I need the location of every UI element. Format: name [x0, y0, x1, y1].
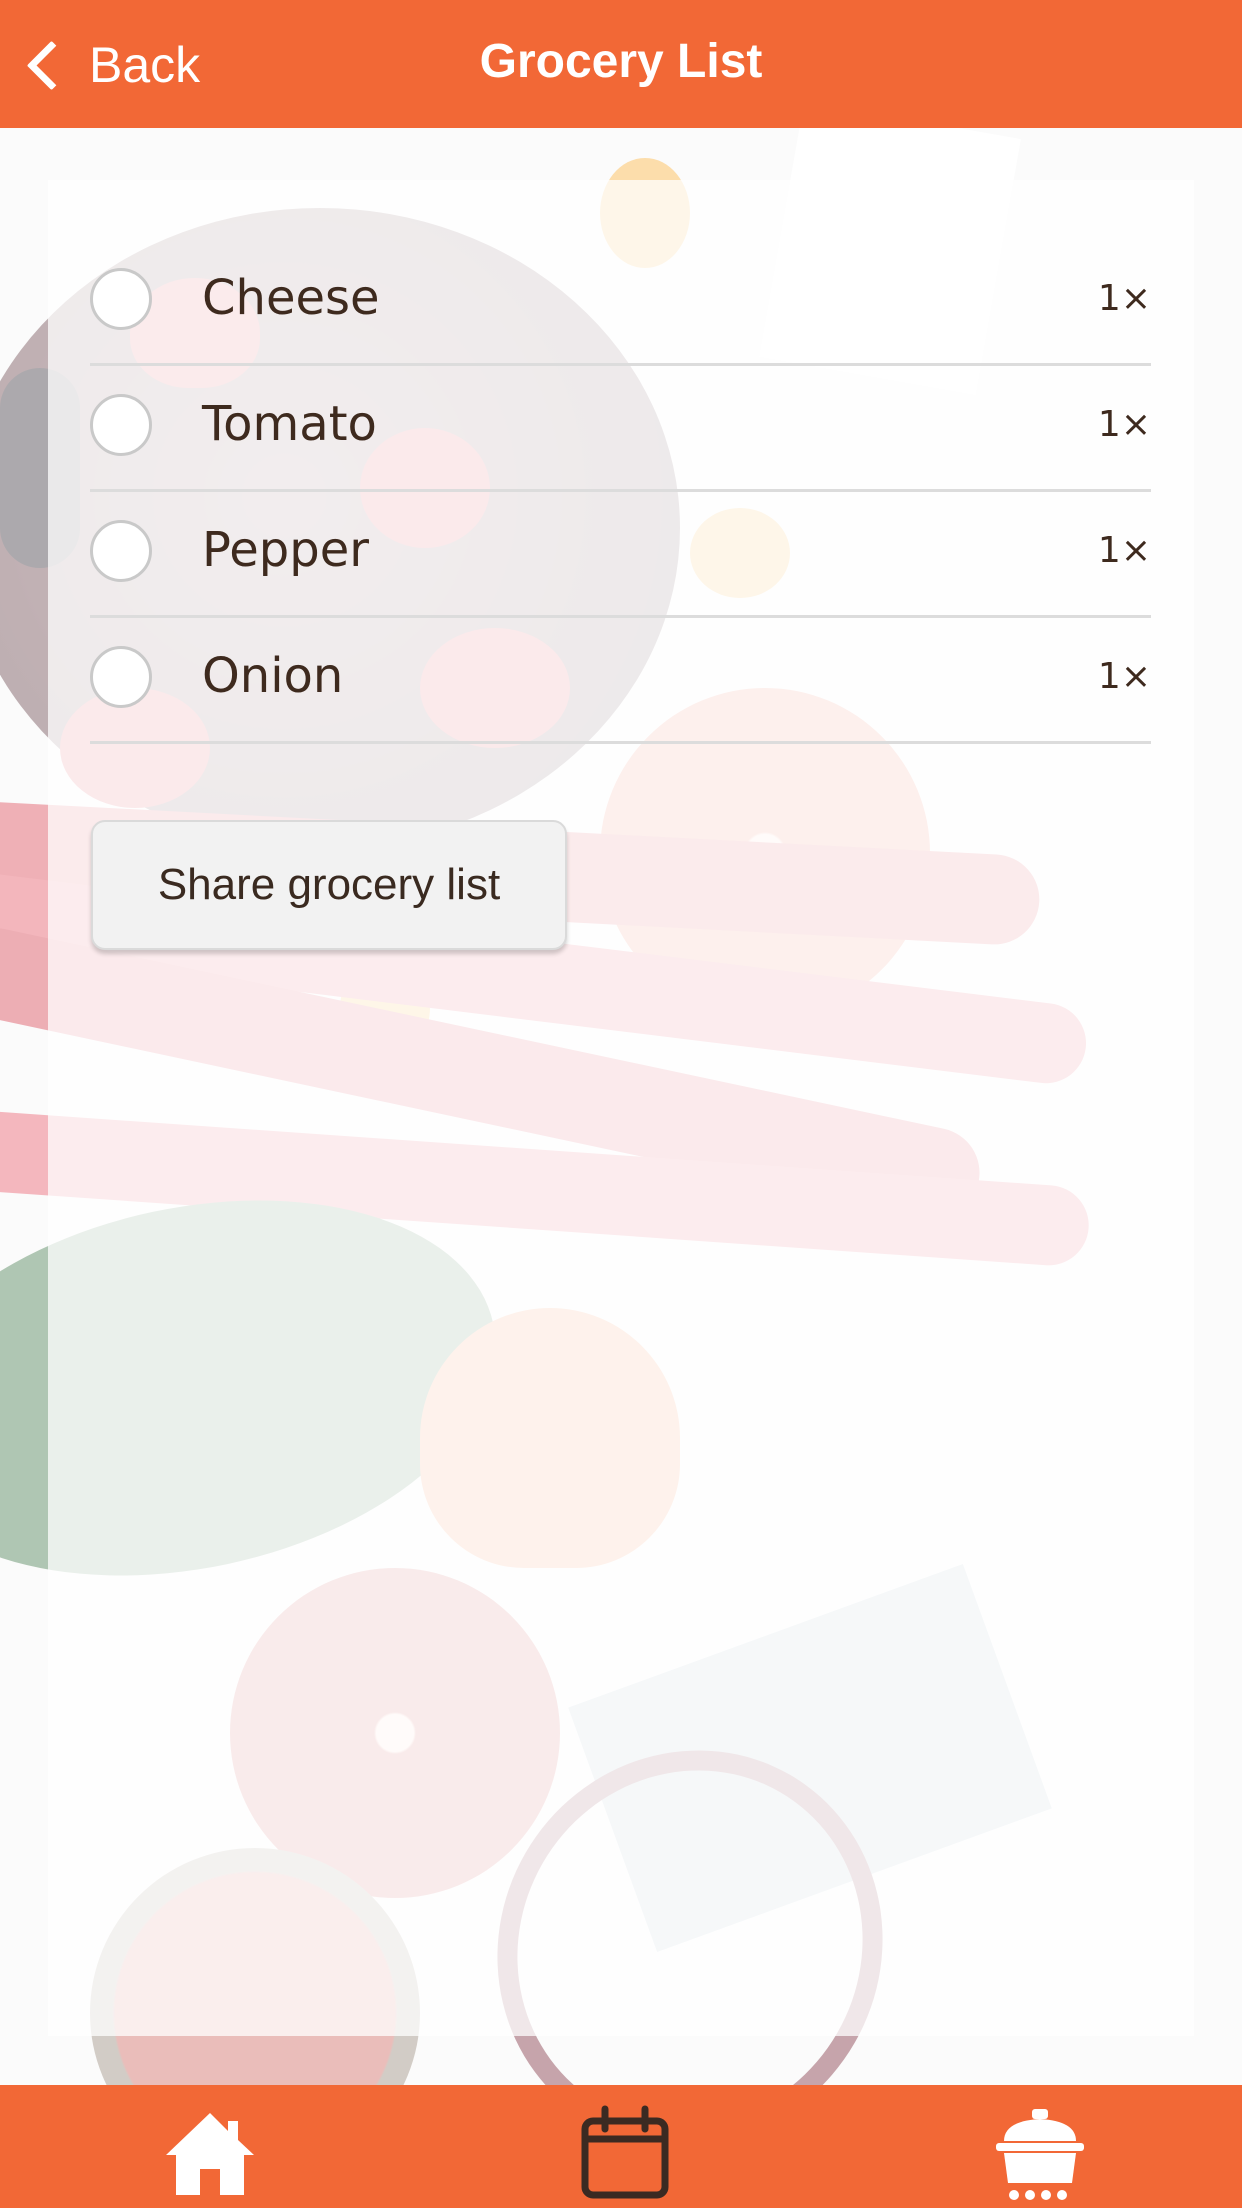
bottom-tab-bar — [0, 2085, 1242, 2208]
item-quantity: 1× — [1097, 530, 1151, 571]
nav-header: Back Grocery List — [0, 0, 1242, 128]
list-item[interactable]: Pepper 1× — [90, 492, 1151, 618]
home-icon — [166, 2113, 254, 2195]
item-quantity: 1× — [1097, 656, 1151, 697]
app-root: Back Grocery List Cheese 1× Tomato 1× Pe… — [0, 0, 1242, 2208]
item-checkbox[interactable] — [90, 268, 152, 330]
calendar-icon — [581, 2105, 669, 2199]
list-item[interactable]: Onion 1× — [90, 618, 1151, 744]
item-name: Onion — [202, 648, 344, 704]
list-item[interactable]: Cheese 1× — [90, 240, 1151, 366]
tab-recipes[interactable] — [990, 2103, 1090, 2203]
item-quantity: 1× — [1097, 278, 1151, 319]
item-checkbox[interactable] — [90, 520, 152, 582]
page-title: Grocery List — [479, 35, 763, 88]
item-name: Cheese — [202, 270, 380, 326]
item-checkbox[interactable] — [90, 394, 152, 456]
item-name: Tomato — [202, 396, 377, 452]
tab-calendar[interactable] — [575, 2103, 675, 2203]
item-name: Pepper — [202, 522, 369, 578]
grocery-list: Cheese 1× Tomato 1× Pepper 1× Onion 1× — [90, 240, 1151, 744]
grocery-panel: Cheese 1× Tomato 1× Pepper 1× Onion 1× S… — [48, 180, 1194, 2036]
tab-home[interactable] — [160, 2103, 260, 2203]
share-grocery-list-button[interactable]: Share grocery list — [91, 820, 567, 950]
item-checkbox[interactable] — [90, 646, 152, 708]
list-item[interactable]: Tomato 1× — [90, 366, 1151, 492]
cooking-pot-icon — [996, 2109, 1084, 2200]
item-quantity: 1× — [1097, 404, 1151, 445]
